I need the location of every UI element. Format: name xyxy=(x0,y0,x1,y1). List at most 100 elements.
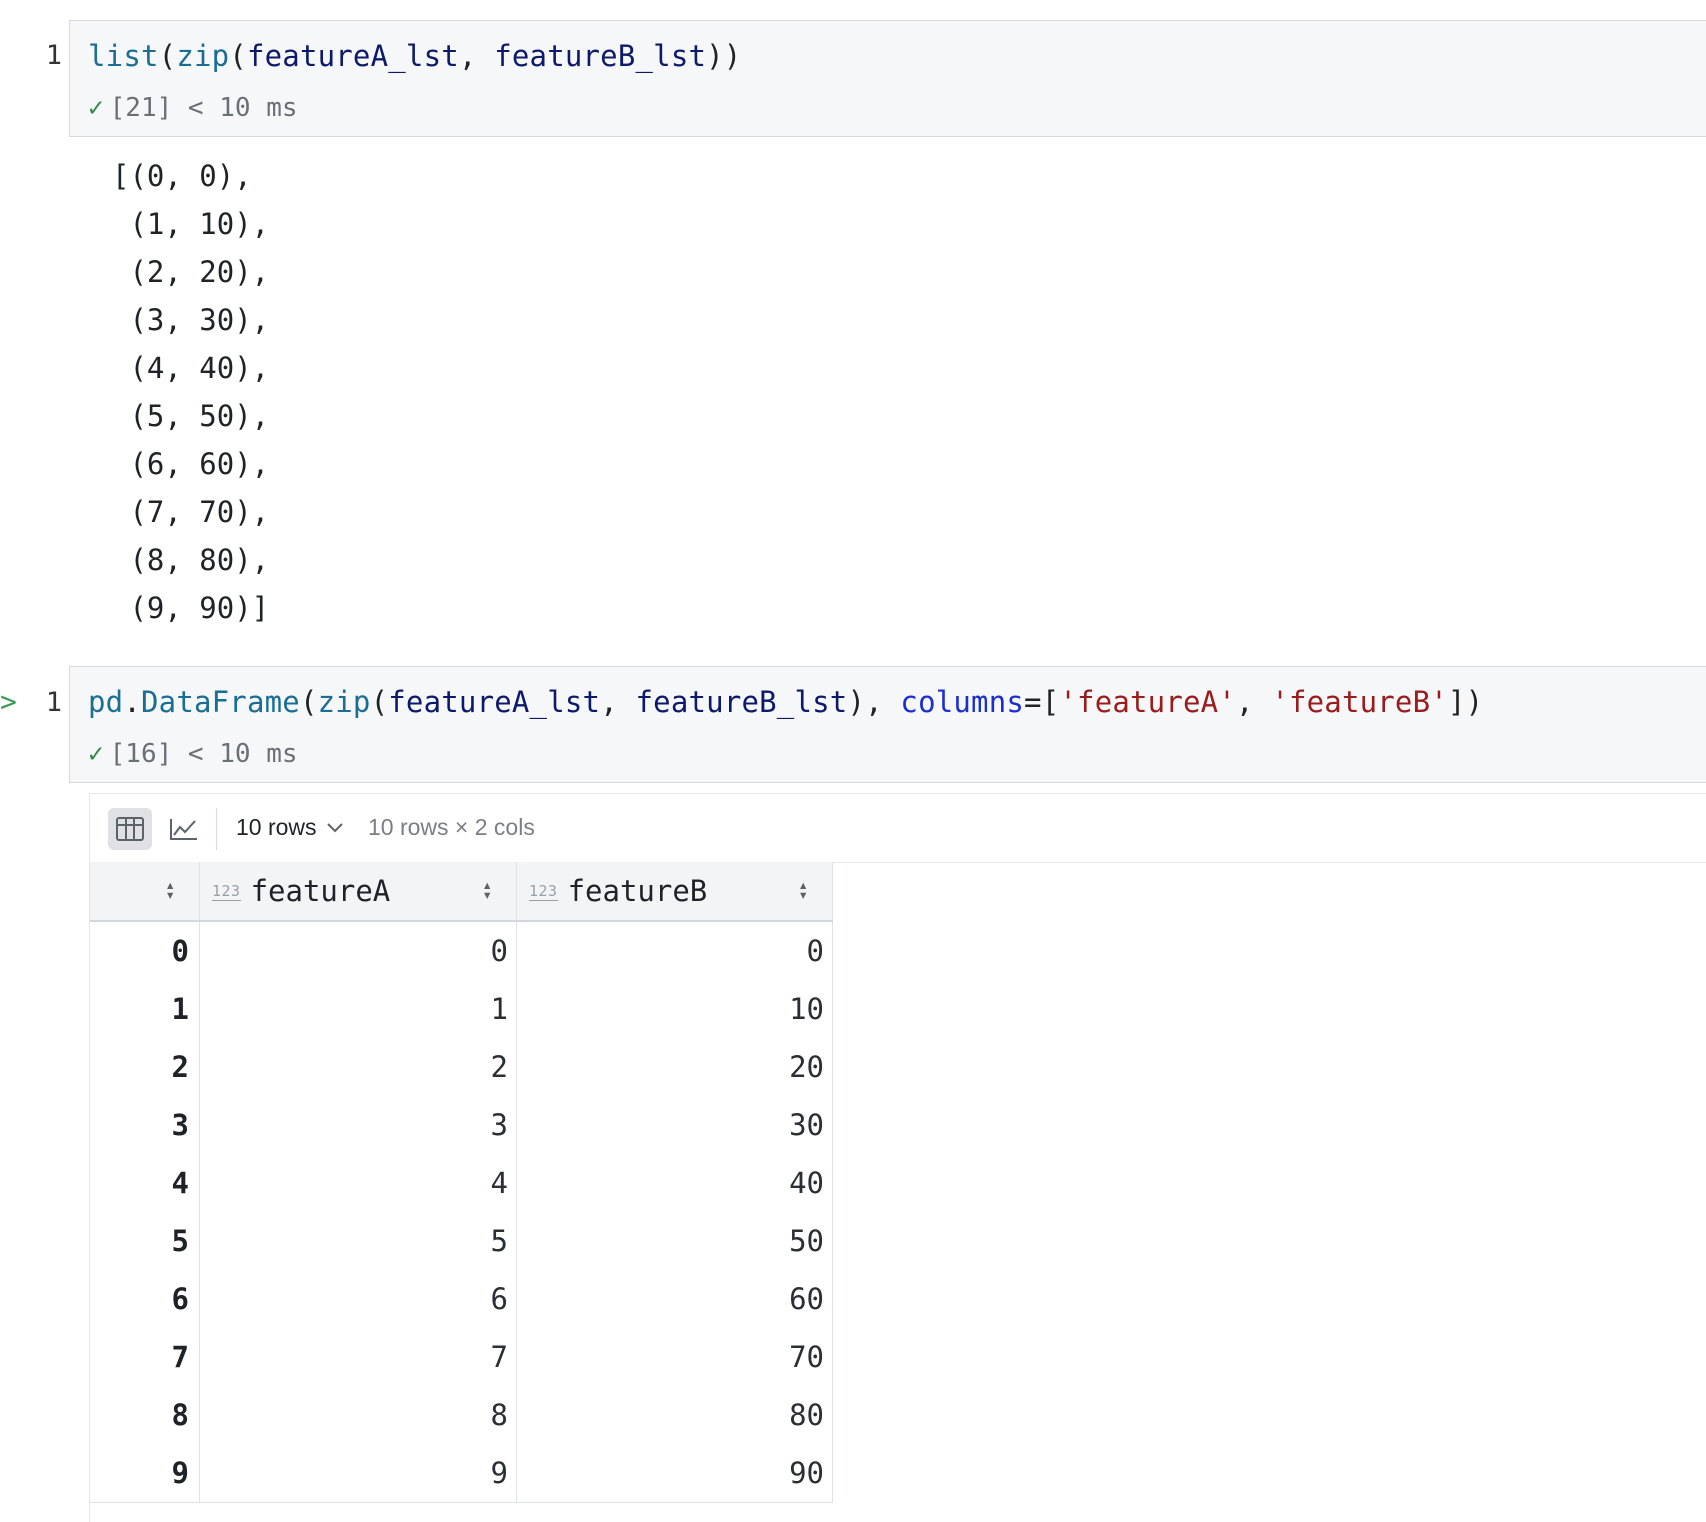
cell-execution-info: [16] < 10 ms xyxy=(109,739,298,769)
code-token: zip xyxy=(317,685,371,719)
table-cell[interactable]: 2 xyxy=(199,1038,517,1096)
numeric-type-icon: 123 xyxy=(212,881,241,901)
table-cell[interactable]: 40 xyxy=(516,1154,833,1212)
row-index-cell: 1 xyxy=(90,980,200,1038)
cell-output-text: [(0, 0), (1, 10), (2, 20), (3, 30), (4, … xyxy=(112,159,270,625)
code-token: ( xyxy=(370,685,389,719)
code-cell-1[interactable]: list(zip(featureA_lst, featureB_lst)) ✓[… xyxy=(69,20,1706,137)
code-token: , xyxy=(600,685,636,719)
table-cell[interactable]: 30 xyxy=(516,1096,833,1154)
code-token: featureA_lst xyxy=(388,685,601,719)
table-cell[interactable]: 10 xyxy=(516,980,833,1038)
code-token: =[ xyxy=(1024,685,1060,719)
table-cell[interactable]: 5 xyxy=(199,1212,517,1270)
code-token: DataFrame xyxy=(141,685,300,719)
row-index-cell: 8 xyxy=(90,1386,200,1444)
code-token: ), xyxy=(847,685,901,719)
checkmark-icon: ✓ xyxy=(88,739,104,769)
rows-cols-summary: 10 rows × 2 cols xyxy=(368,814,535,840)
checkmark-icon: ✓ xyxy=(88,93,104,123)
table-cell[interactable]: 7 xyxy=(199,1328,517,1386)
row-index-cell: 4 xyxy=(90,1154,200,1212)
table-view-button[interactable] xyxy=(108,808,152,850)
cell-status: ✓ [16] < 10 ms xyxy=(88,739,298,769)
table-row[interactable]: 3 3 30 xyxy=(90,1096,833,1154)
table-cell[interactable]: 20 xyxy=(516,1038,833,1096)
code-token: featureB_lst xyxy=(635,685,848,719)
table-cell[interactable]: 3 xyxy=(199,1096,517,1154)
line-chart-icon xyxy=(170,819,197,840)
row-index-cell: 2 xyxy=(90,1038,200,1096)
row-index-cell: 9 xyxy=(90,1444,200,1503)
cell-execution-info: [21] < 10 ms xyxy=(109,93,298,123)
code-token: list xyxy=(88,39,159,73)
dataframe-viewer: 10 rows 10 rows × 2 cols ▴ ▾ 123 featureA… xyxy=(89,793,1706,1522)
table-row[interactable]: 9 9 90 xyxy=(90,1444,833,1503)
sort-icon[interactable]: ▴ ▾ xyxy=(165,877,175,903)
code-token: ]) xyxy=(1447,685,1484,719)
toolbar-divider xyxy=(216,808,217,850)
code-token: 'featureB' xyxy=(1271,685,1448,719)
column-header-featureA[interactable]: 123 featureA ▴ ▾ xyxy=(199,862,517,922)
column-header-featureB[interactable]: 123 featureB ▴ ▾ xyxy=(516,862,833,922)
table-cell[interactable]: 6 xyxy=(199,1270,517,1328)
table-cell[interactable]: 70 xyxy=(516,1328,833,1386)
code-token: pd xyxy=(88,685,124,719)
code-token: featureA_lst xyxy=(246,39,459,73)
table-row[interactable]: 4 4 40 xyxy=(90,1154,833,1212)
code-token: columns xyxy=(900,685,1025,719)
code-token: )) xyxy=(706,39,742,73)
rows-dropdown-label: 10 rows xyxy=(236,814,317,840)
code-token: ( xyxy=(299,685,318,719)
code-token: featureB_lst xyxy=(494,39,707,73)
row-index-cell: 7 xyxy=(90,1328,200,1386)
numeric-type-icon: 123 xyxy=(529,881,558,901)
sort-icon[interactable]: ▴ ▾ xyxy=(798,877,808,903)
code-cell-2[interactable]: pd.DataFrame(zip(featureA_lst, featureB_… xyxy=(69,666,1706,783)
table-cell[interactable]: 80 xyxy=(516,1386,833,1444)
chevron-down-icon xyxy=(326,822,343,832)
table-row[interactable]: 5 5 50 xyxy=(90,1212,833,1270)
row-index-cell: 3 xyxy=(90,1096,200,1154)
code-token: , xyxy=(458,39,495,73)
code-token: 'featureA' xyxy=(1059,685,1236,719)
sort-icon[interactable]: ▴ ▾ xyxy=(482,877,492,903)
table-row[interactable]: 1 1 10 xyxy=(90,980,833,1038)
run-marker-icon[interactable]: > xyxy=(0,685,17,718)
table-icon xyxy=(116,817,144,841)
column-header-label: featureA xyxy=(250,874,391,908)
cell-2-line-number: 1 xyxy=(45,687,62,718)
table-row[interactable]: 000 xyxy=(90,921,833,980)
code-line[interactable]: pd.DataFrame(zip(featureA_lst, featureB_… xyxy=(88,685,1483,719)
table-cell[interactable]: 50 xyxy=(516,1212,833,1270)
table-cell[interactable]: 90 xyxy=(516,1444,833,1503)
row-index-cell: 6 xyxy=(90,1270,200,1328)
table-row[interactable]: 2 2 20 xyxy=(90,1038,833,1096)
dataframe-toolbar: 10 rows 10 rows × 2 cols xyxy=(90,794,1706,863)
cell-1-line-number: 1 xyxy=(45,40,62,71)
column-header-label: featureB xyxy=(567,874,708,908)
table-cell[interactable]: 9 xyxy=(199,1444,517,1503)
table-cell[interactable]: 0 xyxy=(516,921,833,980)
code-token: ( xyxy=(158,39,177,73)
table-cell[interactable]: 4 xyxy=(199,1154,517,1212)
table-row[interactable]: 6 6 60 xyxy=(90,1270,833,1328)
table-cell[interactable]: 1 xyxy=(199,980,517,1038)
dataframe-table: ▴ ▾ 123 featureA ▴ ▾ 123 featureB ▴ ▾ 0 … xyxy=(90,862,833,1503)
table-cell[interactable]: 0 xyxy=(199,921,517,980)
code-token: zip xyxy=(176,39,230,73)
table-cell[interactable]: 60 xyxy=(516,1270,833,1328)
table-row[interactable]: 7 7 70 xyxy=(90,1328,833,1386)
index-header[interactable]: ▴ ▾ xyxy=(90,862,200,922)
rows-dropdown[interactable]: 10 rows xyxy=(236,814,343,841)
cell-status: ✓ [21] < 10 ms xyxy=(88,93,298,123)
code-line[interactable]: list(zip(featureA_lst, featureB_lst)) xyxy=(88,39,741,73)
code-token: , xyxy=(1235,685,1272,719)
code-token: ( xyxy=(229,39,247,73)
row-index-cell: 5 xyxy=(90,1212,200,1270)
chart-view-button[interactable] xyxy=(162,808,206,850)
table-row[interactable]: 8 8 80 xyxy=(90,1386,833,1444)
row-index-cell: 0 xyxy=(90,921,200,980)
table-cell[interactable]: 8 xyxy=(199,1386,517,1444)
code-token: . xyxy=(123,685,141,719)
